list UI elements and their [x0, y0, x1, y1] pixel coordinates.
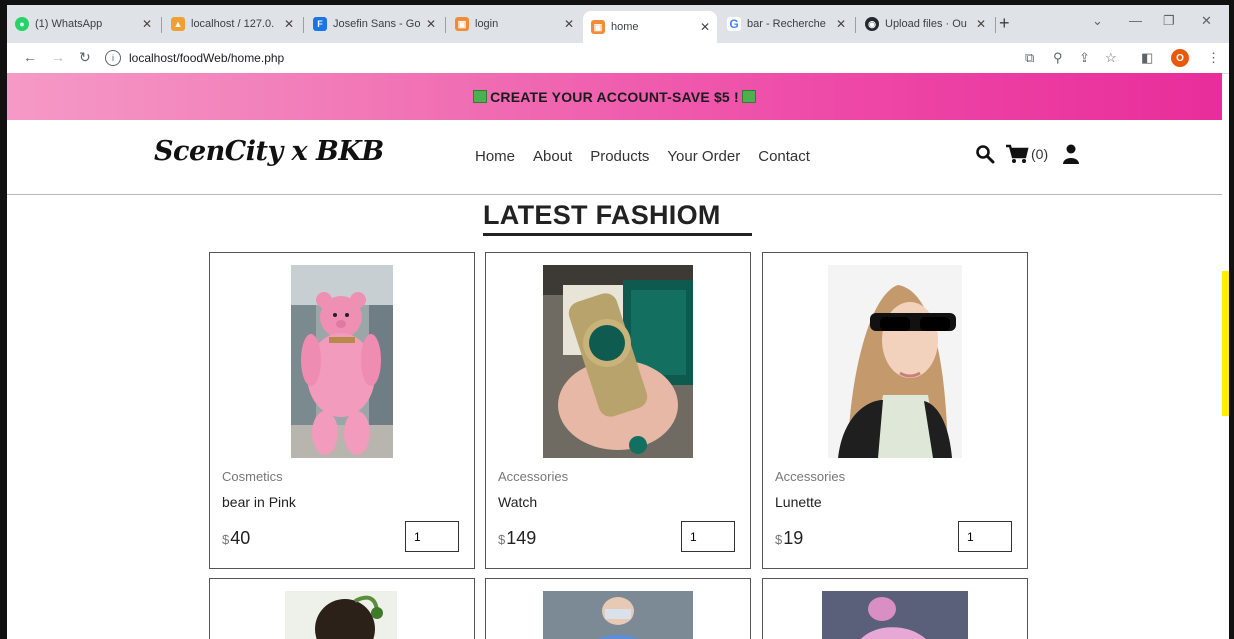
new-tab-icon[interactable]: + [999, 13, 1010, 34]
tab-github[interactable]: ◉ Upload files · Ou ✕ [857, 9, 993, 39]
nav-your-order[interactable]: Your Order [667, 148, 740, 165]
price-value: 149 [506, 528, 537, 548]
site-header: ScenCity x BKB Home About Products Your … [7, 120, 1222, 195]
close-icon[interactable]: ✕ [281, 17, 297, 31]
product-category: Accessories [498, 469, 569, 484]
browser-toolbar: ← → ↻ i localhost/foodWeb/home.php ⧉ ⚲ ⇪… [7, 43, 1229, 74]
price-value: 19 [783, 528, 804, 548]
product-name[interactable]: Lunette [775, 494, 822, 510]
phpmyadmin-icon: ▲ [171, 17, 185, 31]
product-card[interactable] [762, 578, 1028, 639]
scroll-marker [1222, 271, 1229, 416]
info-icon[interactable]: i [105, 50, 121, 66]
bookmark-star-icon[interactable]: ☆ [1105, 50, 1117, 66]
section-title: LATEST FASHIOM [483, 200, 721, 230]
quantity-input[interactable] [958, 521, 1012, 552]
side-panel-icon[interactable]: ◧ [1141, 50, 1153, 66]
currency-symbol: $ [222, 532, 230, 547]
tab-login[interactable]: ▣ login ✕ [447, 9, 581, 39]
site-logo[interactable]: ScenCity x BKB [154, 136, 384, 167]
currency-symbol: $ [498, 532, 506, 547]
close-icon[interactable]: ✕ [833, 17, 849, 31]
tab-label: Josefin Sans - Go [333, 18, 421, 30]
product-name[interactable]: bear in Pink [222, 494, 296, 510]
nav-contact[interactable]: Contact [758, 148, 810, 165]
product-image-sunglasses[interactable] [828, 265, 962, 458]
product-card[interactable]: Accessories Lunette $19 [762, 252, 1028, 569]
product-name[interactable]: Watch [498, 494, 537, 510]
cart-count[interactable]: (0) [1031, 146, 1048, 162]
tab-google-search[interactable]: G bar - Recherche ✕ [719, 9, 853, 39]
tab-label: Upload files · Ou [885, 18, 967, 30]
product-card[interactable] [209, 578, 475, 639]
cart-icon[interactable] [1005, 144, 1029, 164]
search-icon[interactable] [975, 144, 995, 164]
tab-label: login [475, 18, 499, 30]
whatsapp-icon: ● [15, 17, 29, 31]
nav-about[interactable]: About [533, 148, 572, 165]
product-image-watch[interactable] [543, 265, 693, 458]
tab-google-fonts[interactable]: F Josefin Sans - Go ✕ [305, 9, 443, 39]
tab-phpmyadmin[interactable]: ▲ localhost / 127.0. ✕ [163, 9, 301, 39]
address-bar[interactable]: i localhost/foodWeb/home.php [105, 47, 1175, 69]
tab-label: localhost / 127.0. [191, 18, 275, 30]
close-icon[interactable]: ✕ [423, 17, 439, 31]
back-icon[interactable]: ← [23, 49, 37, 65]
product-price: $149 [498, 528, 536, 549]
nav-home[interactable]: Home [475, 148, 515, 165]
tab-label: bar - Recherche [747, 18, 826, 30]
share-icon[interactable]: ⇪ [1079, 50, 1090, 66]
quantity-input[interactable] [681, 521, 735, 552]
tab-home[interactable]: ▣ home ✕ [583, 11, 717, 43]
site-icon: ▣ [455, 17, 469, 31]
product-image[interactable] [543, 591, 693, 639]
site-icon: ▣ [591, 20, 605, 34]
github-icon: ◉ [865, 17, 879, 31]
url-text: localhost/foodWeb/home.php [129, 51, 285, 65]
menu-kebab-icon[interactable]: ⋮ [1207, 50, 1220, 66]
promo-text: CREATE YOUR ACCOUNT-SAVE $5 ! [490, 88, 739, 105]
tab-search-icon[interactable]: ⌄ [1092, 13, 1103, 29]
gift-icon [741, 90, 756, 103]
nav-products[interactable]: Products [590, 148, 649, 165]
close-icon[interactable]: ✕ [561, 17, 577, 31]
currency-symbol: $ [775, 532, 783, 547]
profile-avatar[interactable]: O [1171, 49, 1189, 67]
close-window-icon[interactable]: ✕ [1201, 13, 1212, 29]
close-icon[interactable]: ✕ [139, 17, 155, 31]
product-price: $40 [222, 528, 250, 549]
product-image[interactable] [285, 591, 397, 639]
tab-whatsapp[interactable]: ● (1) WhatsApp ✕ [7, 9, 159, 39]
price-value: 40 [230, 528, 251, 548]
product-category: Accessories [775, 469, 846, 484]
product-card[interactable]: Cosmetics bear in Pink $40 [209, 252, 475, 569]
quantity-input[interactable] [405, 521, 459, 552]
gift-icon [473, 90, 488, 103]
translate-icon[interactable]: ⧉ [1025, 50, 1034, 66]
minimize-icon[interactable]: — [1129, 13, 1142, 28]
tab-strip: ● (1) WhatsApp ✕ ▲ localhost / 127.0. ✕ … [7, 5, 1229, 43]
title-underline [483, 233, 752, 236]
close-icon[interactable]: ✕ [697, 20, 713, 34]
forward-icon[interactable]: → [51, 49, 65, 65]
zoom-icon[interactable]: ⚲ [1053, 50, 1063, 66]
product-card[interactable] [485, 578, 751, 639]
google-icon: G [727, 17, 741, 31]
close-icon[interactable]: ✕ [973, 17, 989, 31]
restore-icon[interactable]: ❐ [1163, 13, 1175, 29]
main-nav: Home About Products Your Order Contact [475, 148, 828, 165]
tab-label: (1) WhatsApp [35, 18, 103, 30]
product-card[interactable]: Accessories Watch $149 [485, 252, 751, 569]
user-icon[interactable] [1062, 144, 1080, 164]
product-image[interactable] [822, 591, 968, 639]
tab-label: home [611, 21, 639, 33]
google-fonts-icon: F [313, 17, 327, 31]
product-category: Cosmetics [222, 469, 283, 484]
product-image-pink-bear[interactable] [291, 265, 393, 458]
product-price: $19 [775, 528, 803, 549]
promo-banner[interactable]: CREATE YOUR ACCOUNT-SAVE $5 ! [7, 73, 1222, 120]
browser-window: ● (1) WhatsApp ✕ ▲ localhost / 127.0. ✕ … [7, 5, 1229, 639]
reload-icon[interactable]: ↻ [79, 49, 91, 66]
header-actions: (0) [975, 144, 1080, 164]
